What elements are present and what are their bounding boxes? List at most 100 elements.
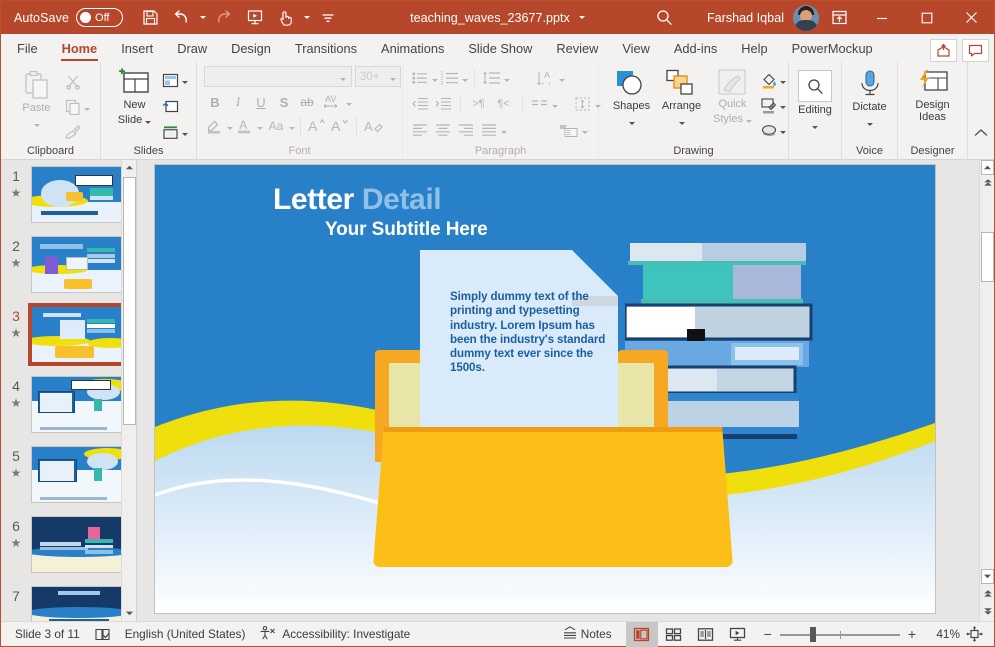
slide-show-view-icon[interactable] [722,622,754,647]
normal-view-icon[interactable] [626,622,658,647]
thumbnail-scroll-down-button[interactable] [122,606,137,621]
new-slide-dropdown-icon[interactable] [145,111,151,129]
tab-slide-show[interactable]: Slide Show [458,37,542,62]
reading-view-icon[interactable] [690,622,722,647]
canvas-scroll-thumb[interactable] [981,232,994,282]
arrange-dropdown-icon[interactable] [679,112,685,130]
slide-canvas[interactable]: Simply dummy text of the printing and ty… [155,165,935,613]
shape-effects-icon[interactable] [758,119,780,141]
tab-animations[interactable]: Animations [371,37,454,62]
layout-dropdown-icon[interactable] [182,71,188,89]
shape-fill-icon[interactable] [758,69,780,91]
slide-title-block[interactable]: Letter Detail Your Subtitle Here [273,183,488,241]
user-name[interactable]: Farshad Iqbal [707,11,784,25]
slide-sorter-icon[interactable] [658,622,690,647]
tab-insert[interactable]: Insert [111,37,163,62]
section-dropdown-icon[interactable] [182,123,188,141]
shapes-button[interactable]: Shapes [608,66,656,130]
undo-icon[interactable] [166,4,197,32]
customize-quick-access-toolbar-icon[interactable] [312,4,343,32]
close-button[interactable] [949,1,994,34]
thumbnail-image-3[interactable] [31,306,127,363]
canvas-vertical-scrollbar[interactable] [979,160,994,621]
share-icon[interactable] [930,39,957,62]
thumbnail-image-7[interactable] [31,586,127,621]
shapes-dropdown-icon[interactable] [629,112,635,130]
minimize-button[interactable] [859,1,904,34]
thumbnail-image-6[interactable] [31,516,127,573]
thumbnail-image-1[interactable] [31,166,127,223]
thumbnail-scroll-up-button[interactable] [122,160,137,175]
fit-slide-to-window-icon[interactable] [960,622,988,647]
tab-home[interactable]: Home [52,37,108,62]
maximize-button[interactable] [904,1,949,34]
slide-subtitle[interactable]: Your Subtitle Here [325,219,488,241]
zoom-slider-handle[interactable] [810,627,816,642]
thumbnail-image-4[interactable] [31,376,127,433]
tab-design[interactable]: Design [221,37,281,62]
thumbnail-slide-4[interactable]: 4 ★ [1,370,136,440]
accessibility-status[interactable]: Accessibility: Investigate [252,622,417,647]
collapse-ribbon-icon[interactable] [973,126,989,142]
slide-thumbnail-pane[interactable]: 1 ★ 2 ★ [1,160,137,621]
zoom-in-button[interactable]: + [904,622,922,647]
zoom-slider[interactable] [780,622,900,647]
tab-powermockup[interactable]: PowerMockup [782,37,883,62]
find-search-icon[interactable] [798,70,832,102]
ribbon-display-options-icon[interactable] [819,1,859,34]
slide-title[interactable]: Letter Detail [273,183,488,217]
tab-review[interactable]: Review [546,37,608,62]
arrange-button[interactable]: Arrange [656,66,708,130]
new-slide-button[interactable]: New Slide [110,66,160,129]
tab-help[interactable]: Help [731,37,777,62]
slide-layout-icon[interactable] [160,69,182,91]
search-icon[interactable] [639,1,691,34]
zoom-level[interactable]: 41% [922,627,960,641]
thumbnail-image-2[interactable] [31,236,127,293]
slide-counter[interactable]: Slide 3 of 11 [1,622,87,647]
dictate-dropdown-icon[interactable] [867,113,873,131]
touch-mode-dropdown-icon[interactable] [301,4,312,32]
shape-outline-icon[interactable] [758,94,780,116]
touch-mode-icon[interactable] [270,4,301,32]
spellcheck-icon[interactable] [87,622,118,647]
start-presentation-icon[interactable] [239,4,270,32]
reset-slide-icon[interactable] [160,95,182,117]
section-icon[interactable] [160,121,182,143]
thumbnail-scrollbar[interactable] [121,160,136,621]
document-title[interactable]: teaching_waves_23677.pptx [410,11,570,25]
shape-fill-dropdown-icon[interactable] [780,71,786,89]
canvas-scroll-down-button[interactable] [981,569,994,584]
thumbnail-slide-1[interactable]: 1 ★ [1,160,136,230]
tab-file[interactable]: File [7,37,48,62]
tab-add-ins[interactable]: Add-ins [664,37,727,62]
slide-body-text[interactable]: Simply dummy text of the printing and ty… [450,290,610,376]
thumbnail-image-5[interactable] [31,446,127,503]
tab-view[interactable]: View [612,37,660,62]
next-slide-icon[interactable] [980,603,994,619]
tab-transitions[interactable]: Transitions [285,37,367,62]
language-indicator[interactable]: English (United States) [118,622,253,647]
notes-button[interactable]: Notes [555,622,626,647]
editing-button[interactable]: Editing [791,66,839,134]
dictate-button[interactable]: Dictate [844,66,896,131]
thumbnail-slide-7[interactable]: 7 [1,580,136,621]
save-icon[interactable] [135,4,166,32]
shape-effects-dropdown-icon[interactable] [780,121,786,139]
slide-canvas-pane[interactable]: Simply dummy text of the printing and ty… [137,160,994,621]
zoom-out-button[interactable]: − [754,622,776,647]
autosave-toggle[interactable]: Off [76,8,123,27]
editing-dropdown-icon[interactable] [812,116,818,134]
previous-slide-icon[interactable] [980,585,994,601]
user-avatar[interactable] [793,5,819,31]
thumbnail-slide-3[interactable]: 3 ★ [1,300,136,370]
thumbnail-slide-6[interactable]: 6 ★ [1,510,136,580]
document-title-dropdown-icon[interactable] [579,16,585,19]
tab-draw[interactable]: Draw [167,37,217,62]
design-ideas-button[interactable]: Design Ideas [903,66,963,123]
undo-dropdown-icon[interactable] [197,4,208,32]
comments-icon[interactable] [962,39,989,62]
thumbnail-scroll-thumb[interactable] [123,177,136,425]
thumbnail-slide-5[interactable]: 5 ★ [1,440,136,510]
canvas-scroll-up-small[interactable] [980,175,994,190]
